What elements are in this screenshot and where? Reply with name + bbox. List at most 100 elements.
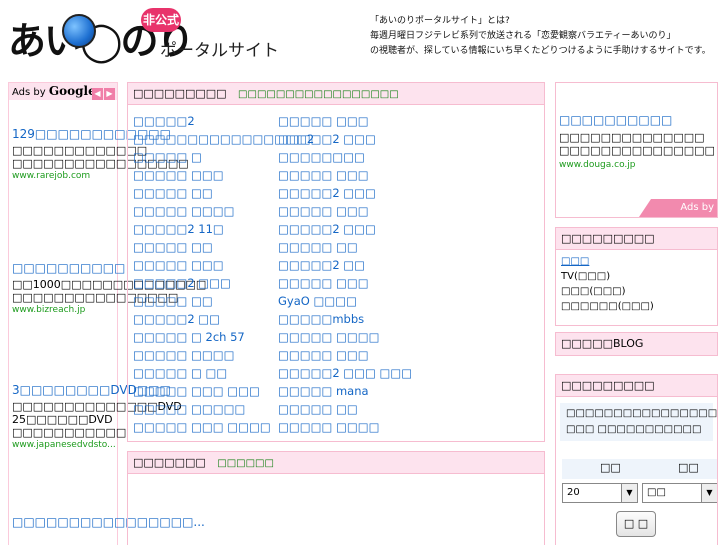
ads-by-google-label[interactable]: Ads by Google ◀ ▶ <box>9 83 117 100</box>
select-labels-row: □□ □□ <box>562 459 717 479</box>
portal-link[interactable]: □□□□□ □□□□ <box>133 346 278 364</box>
ad-description: □□1000□□□□□□□□□□□□□□ □□□□□□□□□□□□□□□□ <box>12 278 207 304</box>
ad-description: □□□□□□□□□□□□□□DVD 25□□□□□□DVD □□□□□□□□□□… <box>12 400 182 439</box>
count-select[interactable]: 20 ▼ <box>562 483 638 503</box>
portal-link[interactable]: □□□□□ □□□□ <box>133 202 278 220</box>
links-column-right: □□□□□ □□□ □□□□□2 □□□ □□□□□□□□ □□□□□ □□□ □□□□… <box>278 112 423 436</box>
ad-url[interactable]: www.rarejob.com <box>12 170 116 182</box>
count-select-value: 20 <box>567 487 580 498</box>
ad-description: □□□□□□□□□□□□□ □□□□□□□□□□□□□□□□□ <box>12 144 189 170</box>
globe-logo-icon <box>62 14 96 48</box>
portal-link[interactable]: □□□□□2 □□ <box>278 256 423 274</box>
site-header: あい◯のり 非公式 ポータルサイト 「あいのりポータルサイト」とは? 毎週月曜日… <box>0 0 727 78</box>
portal-link[interactable]: □□□□□ □□□ □□□□ <box>133 418 278 436</box>
portal-link[interactable]: □□□□□ □□ <box>278 238 423 256</box>
ad-item: □□□□□□□□□□□□□□□□... <box>12 515 205 530</box>
ads-by-google-tag[interactable]: Ads by Google <box>639 199 717 217</box>
links-panel-subtitle: □□□□□□□□□□□□□□□□□ <box>238 89 399 100</box>
tagline-line-1: 「あいのりポータルサイト」とは? <box>370 16 510 26</box>
portal-link[interactable]: □□□□□ □□□ □□□ <box>133 382 278 400</box>
chevron-down-icon: ▼ <box>621 484 637 502</box>
portal-link[interactable]: □□□□□ mana <box>278 382 423 400</box>
portal-link[interactable]: □□□□□ □ 2ch 57 <box>133 328 278 346</box>
portal-link[interactable]: □□□□□2 □□□ <box>278 130 423 148</box>
portal-link[interactable]: □□□□□2 <box>133 112 278 130</box>
unofficial-badge: 非公式 <box>141 8 181 32</box>
portal-link[interactable]: □□□□□ □□□ <box>278 274 423 292</box>
blog-box-header[interactable]: □□□□□BLOG <box>556 333 717 355</box>
portal-link[interactable]: □□□□□ □□ <box>133 292 278 310</box>
ad-item: 129□□□□□□□□□□□□ □□□□□□□□□□□□□ □□□□□□□□□□… <box>12 127 189 182</box>
category-box: □□□□□□□□□ □□□ TV(□□□) □□□(□□□) □□□□□□(□□… <box>555 227 718 326</box>
portal-link[interactable]: GyaO □□□□ <box>278 292 423 310</box>
portal-link[interactable]: □□□□□2 11□ <box>133 220 278 238</box>
right-ad-box: □□□□□□□□□□ □□□□□□□□□□□□□□ □□□□□□□□□□□□□□… <box>555 82 718 218</box>
ads-label-prefix: Ads by <box>12 87 49 98</box>
portal-link[interactable]: □□□□□ □□ <box>133 184 278 202</box>
second-panel: □□□□□□□ □□□□□□ <box>127 451 545 545</box>
category-box-body: □□□ TV(□□□) □□□(□□□) □□□□□□(□□□) <box>556 250 717 318</box>
portal-link[interactable]: □□□□□ □□□□ <box>278 328 423 346</box>
tagline-line-3: の視聴者が、探している情報にいち早くたどりつけるように手助けするサイトです。 <box>370 46 711 56</box>
ad-title-link[interactable]: 129□□□□□□□□□□□□ <box>12 127 171 142</box>
category-link[interactable]: TV(□□□) <box>561 269 712 284</box>
category-link[interactable]: □□□ <box>561 254 712 269</box>
chevron-down-icon: ▼ <box>701 484 717 502</box>
order-select[interactable]: □□ ▼ <box>642 483 717 503</box>
ad-pager: ◀ ▶ <box>91 85 115 102</box>
tagline-line-2: 毎週月曜日フジテレビ系列で放送される「恋愛観察バラエティーあいのり」 <box>370 31 676 41</box>
portal-link[interactable]: □□□□□2 □□□ <box>278 220 423 238</box>
select-label-1: □□ <box>600 461 621 474</box>
portal-link[interactable]: □□□□□2 □□□ □□□ <box>278 364 423 382</box>
portal-link[interactable]: □□□□□2 □□□ <box>278 184 423 202</box>
order-select-value: □□ <box>647 487 666 498</box>
portal-link[interactable]: □□□□□ □□□ <box>278 166 423 184</box>
next-arrow-icon[interactable]: ▶ <box>104 88 115 100</box>
search-note: □□□□□□□□□□□□□□□□□□□□□□□□ □□□ □□□□□□□□□□□ <box>560 403 717 441</box>
portal-link[interactable]: □□□□□ □ □□ <box>133 364 278 382</box>
portal-link[interactable]: □□□□□ □□ <box>278 400 423 418</box>
search-box-header: □□□□□□□□□ <box>556 375 717 397</box>
portal-link[interactable]: □□□□□mbbs <box>278 310 423 328</box>
second-panel-subtitle: □□□□□□ <box>217 458 274 469</box>
links-panel: □□□□□□□□□ □□□□□□□□□□□□□□□□□ □□□□□2 □□□□□□… <box>127 82 545 442</box>
ad-title-link[interactable]: □□□□□□□□□□□□□□□□... <box>12 515 205 530</box>
portal-link[interactable]: □□□□□ □□□ <box>133 256 278 274</box>
category-link[interactable]: □□□□□□(□□□) <box>561 299 712 314</box>
search-submit-button[interactable]: □ □ <box>616 511 656 537</box>
portal-link[interactable]: □□□□□□□□ <box>278 148 423 166</box>
portal-link[interactable]: □□□□□2 □□□ <box>133 274 278 292</box>
links-panel-header: □□□□□□□□□ □□□□□□□□□□□□□□□□□ <box>128 83 544 105</box>
blog-box: □□□□□BLOG <box>555 332 718 356</box>
select-label-2: □□ <box>678 461 699 474</box>
ads-tag-prefix: Ads by <box>680 202 714 213</box>
portal-link[interactable]: □□□□□2 □□ <box>133 310 278 328</box>
ad-item: 3□□□□□□□□DVD□□□ □□□□□□□□□□□□□□DVD 25□□□□… <box>12 383 182 451</box>
portal-link[interactable]: □□□□□ □□□ <box>133 166 278 184</box>
ad-url[interactable]: www.bizreach.jp <box>12 304 116 316</box>
ad-item: □□□□□□□□□□ □□1000□□□□□□□□□□□□□□ □□□□□□□□… <box>12 261 207 316</box>
prev-arrow-icon[interactable]: ◀ <box>92 88 103 100</box>
right-ad-title-link[interactable]: □□□□□□□□□□ <box>559 113 672 128</box>
second-panel-header: □□□□□□□ □□□□□□ <box>128 452 544 474</box>
category-box-header: □□□□□□□□□ <box>556 228 717 250</box>
links-column-left: □□□□□2 □□□□□□□□□□□□□□□□2 □□□□□ □ □□□□□ □□□ □… <box>133 112 314 436</box>
left-ad-column: Ads by Google ◀ ▶ 129□□□□□□□□□□□□ □□□□□□□… <box>8 82 207 545</box>
portal-link[interactable]: □□□□□ □□ <box>133 238 278 256</box>
second-panel-title: □□□□□□□ <box>133 456 206 469</box>
search-box: □□□□□□□□□ □□□□□□□□□□□□□□□□ □□□ □□□□□ □□□ □… <box>555 374 718 545</box>
portal-link[interactable]: □□□□□ □ <box>133 148 278 166</box>
ad-title-link[interactable]: 3□□□□□□□□DVD□□□ <box>12 383 171 398</box>
portal-link[interactable]: □□□□□ □□□ <box>278 202 423 220</box>
portal-link[interactable]: □□□□□□□□□□□□□□□□2 <box>133 130 314 148</box>
ad-url[interactable]: www.japanesedvdsto... <box>12 439 116 451</box>
category-link[interactable]: □□□(□□□) <box>561 284 712 299</box>
right-ad-url[interactable]: www.douga.co.jp <box>559 159 636 171</box>
portal-link[interactable]: □□□□□ □□□ <box>278 112 423 130</box>
ad-title-link[interactable]: □□□□□□□□□□ <box>12 261 125 276</box>
logo-subtitle: ポータルサイト <box>160 41 279 61</box>
portal-link[interactable]: □□□□□ □□□□ <box>278 418 423 436</box>
portal-link[interactable]: □□□□□ □□□ <box>278 346 423 364</box>
ads-label-brand: Google <box>48 84 96 98</box>
portal-link[interactable]: □□□□□ □□□□□ <box>133 400 278 418</box>
